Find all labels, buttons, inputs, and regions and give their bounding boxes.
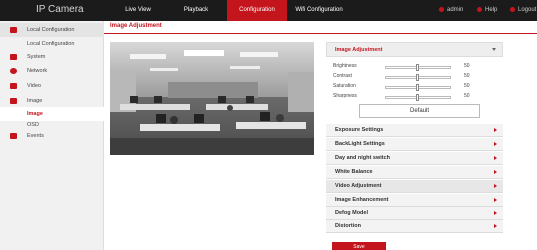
video-icon <box>10 83 17 89</box>
section-day-night-switch[interactable]: Day and night switch <box>326 152 503 165</box>
saturation-slider[interactable] <box>385 84 451 91</box>
slider-handle[interactable] <box>416 74 419 81</box>
chevron-right-icon <box>494 211 497 215</box>
collapse-caret-icon <box>492 48 496 51</box>
contrast-slider[interactable] <box>385 74 451 81</box>
sidebar-item-video[interactable]: Video <box>0 79 104 93</box>
sidebar-item-image[interactable]: Image <box>0 94 104 108</box>
sidebar-subitem-local-configuration[interactable]: Local Configuration <box>0 37 104 51</box>
chevron-right-icon <box>494 224 497 228</box>
save-button[interactable]: Save <box>332 242 386 250</box>
sidebar-item-network[interactable]: Network <box>0 64 104 78</box>
section-video-adjustment[interactable]: Video Adjustment <box>326 180 503 193</box>
section-defog-model[interactable]: Defog Model <box>326 207 503 220</box>
user-icon <box>439 6 444 12</box>
nav-configuration[interactable]: Configuration <box>227 0 287 21</box>
section-white-balance[interactable]: White Balance <box>326 166 503 179</box>
sharpness-slider-row: Sharpness 50 <box>333 93 470 101</box>
office-scene-image <box>110 42 314 155</box>
network-icon <box>10 68 17 74</box>
chevron-right-icon <box>494 156 497 160</box>
help-link[interactable]: Help <box>477 0 497 21</box>
help-icon <box>477 6 482 12</box>
sidebar-item-events[interactable]: Events <box>0 129 104 143</box>
slider-handle[interactable] <box>416 64 419 71</box>
section-backlight-settings[interactable]: BackLight Settings <box>326 138 503 151</box>
contrast-slider-row: Contrast 50 <box>333 73 470 81</box>
chevron-right-icon <box>494 128 497 132</box>
default-button[interactable]: Default <box>359 104 480 118</box>
video-preview <box>110 42 314 155</box>
sidebar-item-system[interactable]: System <box>0 50 104 64</box>
brightness-slider-row: Brightness 50 <box>333 63 470 71</box>
monitor-icon <box>10 27 17 33</box>
chevron-right-icon <box>494 198 497 202</box>
nav-live-view[interactable]: Live View <box>120 0 156 21</box>
section-exposure-settings[interactable]: Exposure Settings <box>326 124 503 137</box>
sharpness-slider[interactable] <box>385 94 451 101</box>
events-icon <box>10 133 17 139</box>
brightness-slider[interactable] <box>385 64 451 71</box>
nav-wifi-configuration[interactable]: Wifi Configuration <box>287 0 351 21</box>
tab-bar: Image Adjustment <box>104 21 537 34</box>
logout-icon <box>510 6 515 12</box>
section-image-enhancement[interactable]: Image Enhancement <box>326 194 503 207</box>
slider-handle[interactable] <box>416 84 419 91</box>
sidebar-item-local-configuration[interactable]: Local Configuration <box>0 23 104 37</box>
chevron-right-icon <box>494 184 497 188</box>
chevron-right-icon <box>494 142 497 146</box>
slider-handle[interactable] <box>416 94 419 101</box>
tab-image-adjustment[interactable]: Image Adjustment <box>110 23 162 29</box>
chevron-right-icon <box>494 170 497 174</box>
user-link[interactable]: admin <box>439 0 463 21</box>
nav-playback[interactable]: Playback <box>176 0 216 21</box>
logout-link[interactable]: Logout <box>510 0 536 21</box>
brand-logo: IP Camera <box>36 4 84 15</box>
system-icon <box>10 54 17 60</box>
image-icon <box>10 98 17 104</box>
section-distortion[interactable]: Distortion <box>326 220 503 233</box>
saturation-slider-row: Saturation 50 <box>333 83 470 91</box>
image-adjustment-header[interactable]: Image Adjustment <box>326 42 503 57</box>
top-bar: IP Camera Live View Playback Configurati… <box>0 0 537 21</box>
